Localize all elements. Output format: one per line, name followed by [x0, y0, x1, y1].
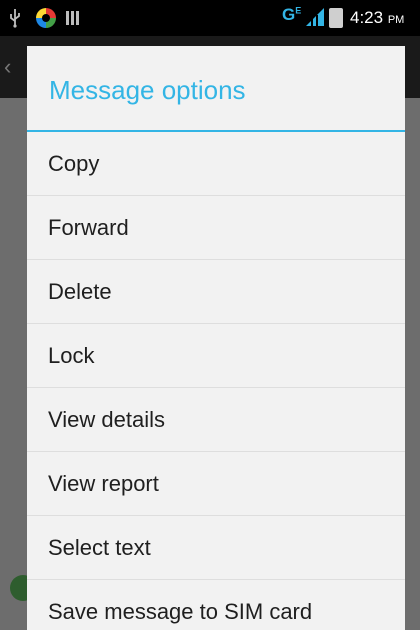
signal-icon [306, 8, 324, 26]
usb-icon [10, 9, 20, 28]
menu-item-copy[interactable]: Copy [27, 132, 405, 196]
bars-icon [66, 11, 80, 25]
dialog-title: Message options [49, 75, 246, 105]
status-time: 4:23 PM [350, 8, 405, 27]
menu-item-delete[interactable]: Delete [27, 260, 405, 324]
options-menu: Copy Forward Delete Lock View details Vi… [27, 132, 405, 630]
back-chevron-icon: ‹ [4, 54, 12, 79]
menu-item-save-to-sim[interactable]: Save message to SIM card [27, 580, 405, 630]
message-options-dialog: Message options Copy Forward Delete Lock… [27, 46, 405, 630]
menu-item-view-details[interactable]: View details [27, 388, 405, 452]
menu-item-lock[interactable]: Lock [27, 324, 405, 388]
menu-item-view-report[interactable]: View report [27, 452, 405, 516]
app-notification-icon [36, 8, 56, 28]
status-bar: GE 4:23 PM [0, 0, 420, 36]
battery-icon [329, 8, 343, 28]
menu-item-select-text[interactable]: Select text [27, 516, 405, 580]
menu-item-forward[interactable]: Forward [27, 196, 405, 260]
network-type-indicator: GE [282, 5, 302, 24]
